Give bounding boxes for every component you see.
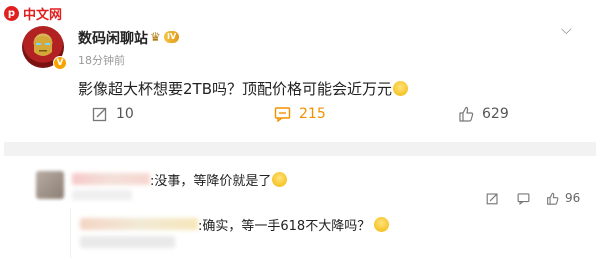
repost-icon (92, 107, 107, 122)
comment-text: :没事，等降价就是了 (150, 170, 288, 189)
comment-like-icon[interactable] (546, 192, 559, 205)
comment-count: 215 (299, 106, 326, 122)
comment-meta-blurred (72, 190, 132, 200)
thumbs-up-icon (459, 106, 474, 122)
watermark-text: 中文网 (23, 8, 63, 23)
level-badge: IV (164, 31, 180, 43)
username[interactable]: 数码闲聊站 (78, 28, 148, 48)
like-button[interactable]: 629 (458, 106, 509, 122)
post-text: 影像超大杯想要2TB吗？顶配价格可能会近万元 (78, 80, 392, 98)
watermark-logo-icon: p (4, 6, 19, 21)
like-count: 629 (482, 106, 509, 122)
repost-button[interactable]: 10 (92, 106, 134, 122)
reply-author-blurred[interactable] (80, 218, 198, 230)
comment-1-like-count: 96 (565, 191, 581, 205)
reply-meta-blurred (80, 236, 175, 248)
post-time: 18分钟前 (78, 54, 125, 67)
comment-1-text: :没事，等降价就是了 (150, 174, 272, 189)
commenter-avatar[interactable] (36, 171, 64, 199)
section-divider (4, 142, 596, 156)
repost-count: 10 (116, 106, 134, 122)
chevron-down-icon[interactable]: ⌵ (561, 22, 572, 38)
watermark: p 中文网 (4, 4, 62, 23)
grin-emoji-icon (272, 172, 288, 187)
crown-icon: ♛ (150, 30, 161, 44)
reply-icon[interactable] (517, 192, 530, 205)
comment-1-actions: 96 (486, 191, 580, 205)
verified-badge-icon: V (53, 56, 67, 70)
reply-thread-line (70, 208, 71, 258)
smile-emoji-icon (393, 81, 408, 96)
reply-text: :确实，等一手618不大降吗？ (198, 215, 390, 234)
comment-button[interactable]: 215 (274, 106, 326, 122)
commenter-name-blurred[interactable] (72, 173, 150, 185)
thinking-emoji-icon (374, 217, 390, 232)
comment-2-text: :确实，等一手618不大降吗？ (198, 219, 371, 234)
reply-share-icon[interactable] (486, 192, 499, 205)
comment-icon (274, 107, 291, 122)
post-content: 影像超大杯想要2TB吗？顶配价格可能会近万元 (78, 78, 408, 99)
